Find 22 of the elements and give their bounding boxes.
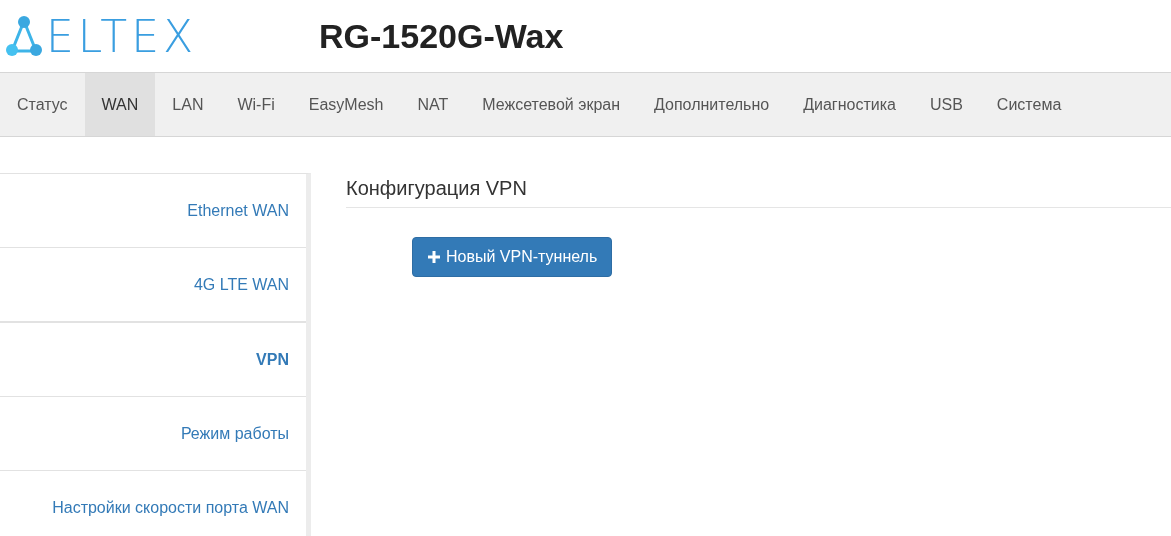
sidebar-link[interactable]: Режим работы xyxy=(180,424,289,443)
section-heading: Конфигурация VPN xyxy=(346,173,1171,208)
nav-tab[interactable]: Дополнительно xyxy=(637,73,787,136)
sidebar-link[interactable]: Ethernet WAN xyxy=(187,201,289,220)
device-title: RG-1520G-Wax xyxy=(319,16,564,56)
nav-tab[interactable]: USB xyxy=(912,73,980,136)
nav-tab[interactable]: Статус xyxy=(0,73,85,136)
plus-icon xyxy=(427,250,441,264)
logo-text: ELTEX xyxy=(46,10,198,62)
new-tunnel-button[interactable]: Новый VPN-туннель xyxy=(412,237,613,277)
logo-icon xyxy=(6,15,42,57)
nav-tab[interactable]: Диагностика xyxy=(786,73,913,136)
nav-tab[interactable]: NAT xyxy=(400,73,466,136)
sidebar-link[interactable]: VPN xyxy=(256,350,289,369)
nav-tab[interactable]: Система xyxy=(979,73,1079,136)
nav-tab[interactable]: WAN xyxy=(84,73,156,136)
sidebar-link[interactable]: Настройки скорости порта WAN xyxy=(52,498,289,517)
nav-tab[interactable]: EasyMesh xyxy=(291,73,401,136)
nav-tab[interactable]: LAN xyxy=(155,73,221,136)
nav-tab[interactable]: Межсетевой экран xyxy=(465,73,637,136)
sidebar-link[interactable]: 4G LTE WAN xyxy=(193,275,289,294)
nav-tab[interactable]: Wi-Fi xyxy=(220,73,292,136)
